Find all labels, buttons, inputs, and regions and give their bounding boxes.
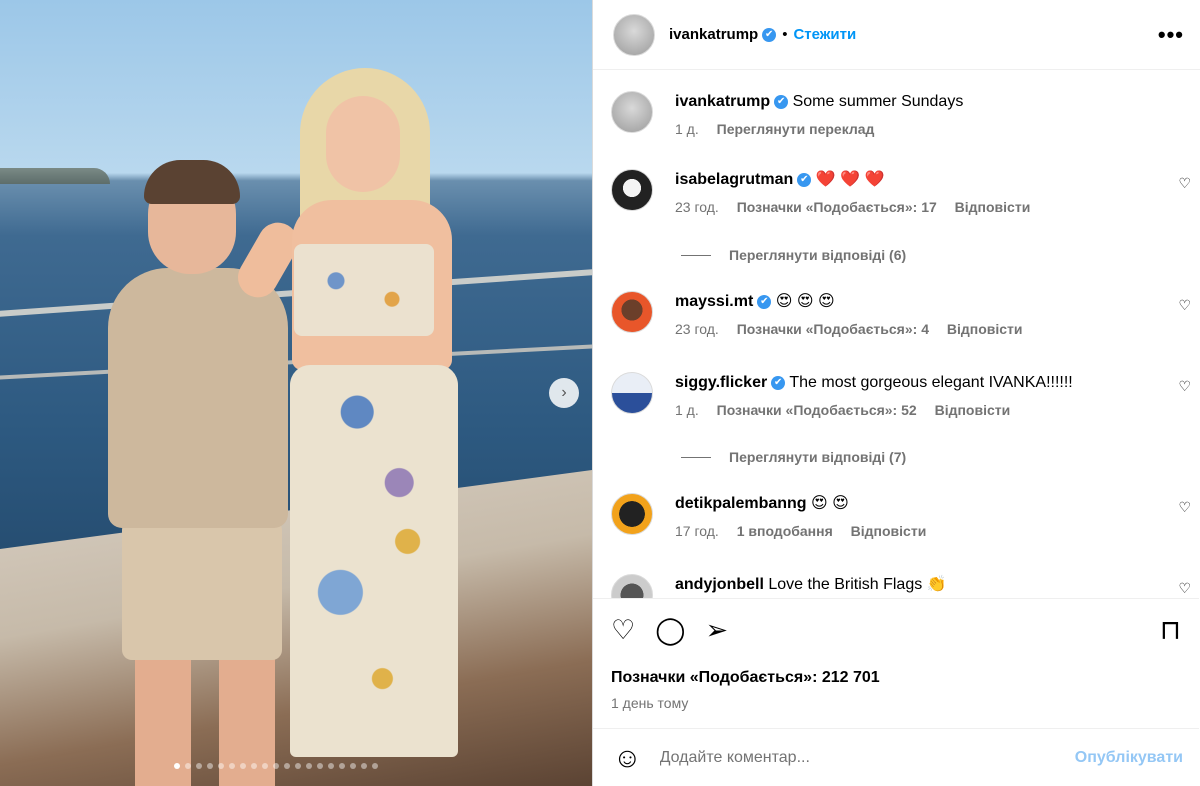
comment-text: Love the British Flags 👏 xyxy=(768,576,947,593)
carousel-dot xyxy=(273,763,279,769)
comment-text: The most gorgeous elegant IVANKA!!!!!! xyxy=(789,374,1073,391)
verified-badge-icon: ✔ xyxy=(762,27,777,42)
emoji-icon[interactable]: ☺ xyxy=(613,743,642,772)
caption-time[interactable]: 1 д. xyxy=(675,121,699,137)
caption-avatar[interactable] xyxy=(611,91,653,133)
comment-text: 😍 😍 xyxy=(811,495,849,512)
more-options-icon[interactable]: ••• xyxy=(1158,22,1184,48)
photo-boy-shorts xyxy=(122,520,282,660)
photo-boy-shirt xyxy=(108,268,288,528)
carousel-dot xyxy=(251,763,257,769)
comment-input[interactable] xyxy=(659,748,1075,767)
carousel-dot xyxy=(240,763,246,769)
comment-bubble-icon[interactable]: ◯ xyxy=(655,615,685,645)
comment-likes[interactable]: 1 вподобання xyxy=(737,523,833,539)
photo-woman-skirt xyxy=(290,365,458,757)
comment-time[interactable]: 1 д. xyxy=(675,402,699,418)
post-actions: ♡ ◯ ➢ ⊓ Позначки «Подобається»: 212 701 … xyxy=(593,598,1199,722)
comment-like-heart-icon[interactable]: ♡ xyxy=(1178,175,1191,192)
carousel-dot xyxy=(218,763,224,769)
carousel-next-button[interactable]: › xyxy=(549,378,579,408)
carousel-dot xyxy=(229,763,235,769)
carousel-dot xyxy=(207,763,213,769)
reply-button[interactable]: Відповісти xyxy=(851,523,927,539)
comment-username[interactable]: siggy.flicker xyxy=(675,374,767,391)
comment-username[interactable]: andyjonbell xyxy=(675,576,764,593)
view-replies-label: Переглянути відповіді (7) xyxy=(729,449,907,465)
comment-time[interactable]: 23 год. xyxy=(675,321,719,337)
carousel-dot xyxy=(361,763,367,769)
comment-like-heart-icon[interactable]: ♡ xyxy=(1178,499,1191,516)
photo-woman-face xyxy=(326,96,400,192)
author-username[interactable]: ivankatrump xyxy=(669,26,758,43)
post-header: ivankatrump ✔ • Стежити ••• xyxy=(593,0,1200,70)
chevron-right-icon: › xyxy=(561,384,567,401)
post-timestamp[interactable]: 1 день тому xyxy=(611,695,1181,711)
photo-boy-hair xyxy=(144,160,240,204)
header-separator: • xyxy=(782,26,788,43)
verified-badge-icon: ✔ xyxy=(771,375,786,390)
view-replies-label: Переглянути відповіді (6) xyxy=(729,247,907,263)
comment-username[interactable]: detikpalembanng xyxy=(675,495,807,512)
comment-username[interactable]: mayssi.mt xyxy=(675,293,753,310)
comment-avatar[interactable] xyxy=(611,169,653,211)
verified-badge-icon: ✔ xyxy=(774,94,789,109)
photo-coast xyxy=(0,168,110,184)
carousel-dot xyxy=(295,763,301,769)
post-panel: ivankatrump ✔ • Стежити ••• ivankatrump ✔… xyxy=(592,0,1200,786)
carousel-dot xyxy=(339,763,345,769)
replies-divider xyxy=(681,254,711,256)
carousel-dot xyxy=(196,763,202,769)
author-avatar[interactable] xyxy=(613,13,655,56)
view-replies-button[interactable]: Переглянути відповіді (6) xyxy=(681,247,906,263)
follow-button[interactable]: Стежити xyxy=(793,26,856,43)
reply-button[interactable]: Відповісти xyxy=(935,402,1011,418)
share-send-icon[interactable]: ➢ xyxy=(705,615,728,645)
carousel-dot xyxy=(185,763,191,769)
carousel-dot xyxy=(317,763,323,769)
replies-divider xyxy=(681,456,711,458)
comment-composer: ☺ Опублікувати xyxy=(593,728,1199,786)
post-photo[interactable]: › xyxy=(0,0,592,786)
comment-likes[interactable]: Позначки «Подобається»: 17 xyxy=(737,199,937,215)
comment-avatar[interactable] xyxy=(611,291,653,333)
save-bookmark-icon[interactable]: ⊓ xyxy=(1160,615,1181,645)
caption-text: Some summer Sundays xyxy=(792,93,964,110)
comment-avatar[interactable] xyxy=(611,574,653,598)
view-replies-button[interactable]: Переглянути відповіді (7) xyxy=(681,449,906,465)
carousel-dot xyxy=(262,763,268,769)
comment-time[interactable]: 23 год. xyxy=(675,199,719,215)
carousel-dots xyxy=(174,763,378,769)
publish-button[interactable]: Опублікувати xyxy=(1075,749,1183,767)
comment-like-heart-icon[interactable]: ♡ xyxy=(1178,297,1191,314)
likes-count[interactable]: Позначки «Подобається»: 212 701 xyxy=(611,669,1181,687)
comment-like-heart-icon[interactable]: ♡ xyxy=(1178,580,1191,597)
comments-list[interactable]: ivankatrump ✔ Some summer Sundays 1 д. Пе… xyxy=(593,71,1199,598)
comment-avatar[interactable] xyxy=(611,493,653,535)
comment-username[interactable]: isabelagrutman xyxy=(675,171,793,188)
comment-like-heart-icon[interactable]: ♡ xyxy=(1178,378,1191,395)
comment-likes[interactable]: Позначки «Подобається»: 52 xyxy=(717,402,917,418)
caption-username[interactable]: ivankatrump xyxy=(675,93,770,110)
carousel-dot xyxy=(306,763,312,769)
carousel-dot xyxy=(174,763,180,769)
verified-badge-icon: ✔ xyxy=(757,294,772,309)
comment-time[interactable]: 17 год. xyxy=(675,523,719,539)
photo-woman-top xyxy=(294,244,434,336)
carousel-dot xyxy=(372,763,378,769)
reply-button[interactable]: Відповісти xyxy=(947,321,1023,337)
translate-link[interactable]: Переглянути переклад xyxy=(717,121,875,137)
carousel-dot xyxy=(328,763,334,769)
comment-avatar[interactable] xyxy=(611,372,653,414)
comment-text: 😍 😍 😍 xyxy=(775,293,835,310)
carousel-dot xyxy=(284,763,290,769)
like-heart-icon[interactable]: ♡ xyxy=(611,615,635,645)
reply-button[interactable]: Відповісти xyxy=(955,199,1031,215)
verified-badge-icon: ✔ xyxy=(797,172,812,187)
comment-text: ❤️ ❤️ ❤️ xyxy=(815,171,885,188)
carousel-dot xyxy=(350,763,356,769)
comment-likes[interactable]: Позначки «Подобається»: 4 xyxy=(737,321,929,337)
